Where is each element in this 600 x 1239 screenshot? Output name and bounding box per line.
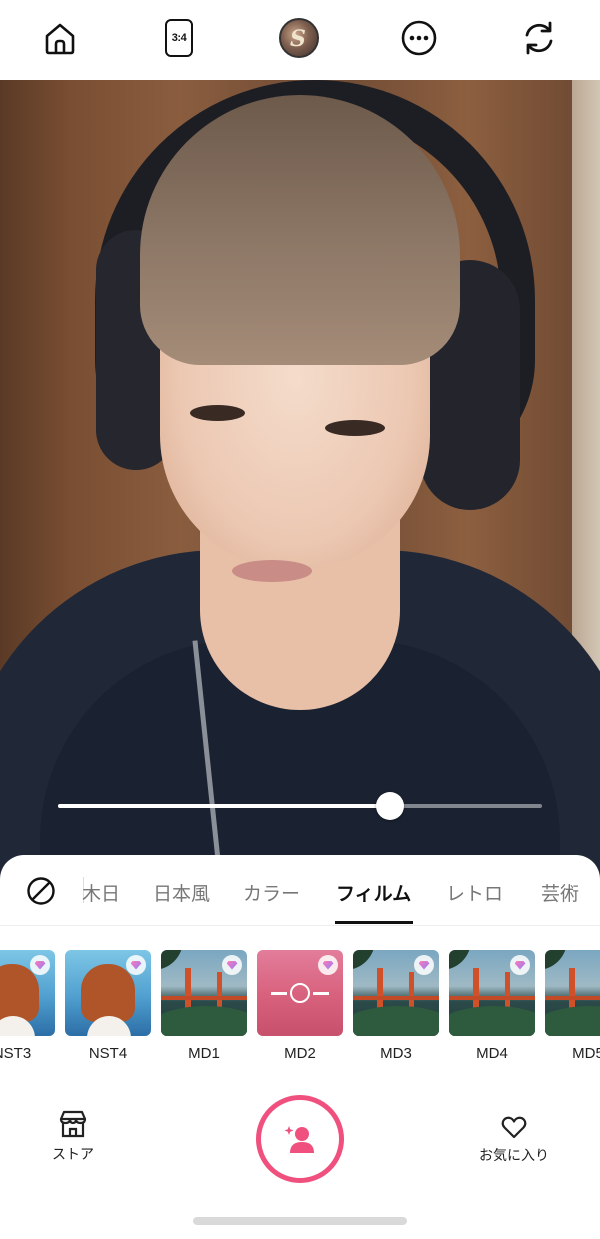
filter-intensity-slider[interactable] [58, 790, 542, 822]
store-label: ストア [52, 1146, 94, 1162]
home-button[interactable] [38, 16, 82, 60]
avatar: S [279, 18, 319, 58]
filter-item-md4[interactable]: MD4 [449, 950, 535, 1062]
premium-gem-icon [222, 955, 242, 975]
profile-avatar-button[interactable]: S [277, 16, 321, 60]
lips [232, 560, 312, 582]
tab-category-film[interactable]: フィルム [336, 879, 411, 906]
portrait-mode-icon [284, 1126, 314, 1153]
store-button[interactable]: ストア [38, 1110, 108, 1164]
filter-label: MD3 [380, 1045, 412, 1062]
top-toolbar: 3:4 S [0, 0, 600, 80]
home-indicator [193, 1217, 407, 1225]
premium-gem-icon [126, 955, 146, 975]
filter-item-md3[interactable]: MD3 [353, 950, 439, 1062]
premium-gem-icon [414, 955, 434, 975]
filter-thumbnail [353, 950, 439, 1036]
filter-item-md5[interactable]: MD5 [545, 950, 600, 1062]
camera-preview[interactable] [0, 80, 600, 880]
home-icon [45, 23, 75, 55]
filter-thumbnail [161, 950, 247, 1036]
ratio-icon: 3:4 [165, 19, 193, 57]
favorites-label: お気に入り [479, 1147, 549, 1163]
filter-item-nst4[interactable]: NST4 [65, 950, 151, 1062]
premium-gem-icon [30, 955, 50, 975]
tab-category-6[interactable]: 芸術 [541, 879, 579, 906]
filter-item-md1[interactable]: MD1 [161, 950, 247, 1062]
shutter-button[interactable] [256, 1095, 344, 1183]
switch-camera-icon [525, 21, 553, 55]
slider-fill [58, 804, 390, 808]
no-filter-icon[interactable] [26, 876, 56, 906]
filter-label: MD4 [476, 1045, 508, 1062]
filter-thumbnail [545, 950, 600, 1036]
filter-label: MD2 [284, 1045, 316, 1062]
premium-gem-icon [318, 955, 338, 975]
tab-category-3[interactable]: カラー [243, 879, 300, 906]
aspect-ratio-button[interactable]: 3:4 [157, 16, 201, 60]
slider-thumb[interactable] [375, 792, 404, 820]
filter-thumbnail [449, 950, 535, 1036]
adjust-icon[interactable] [290, 983, 310, 1003]
ratio-label: 3:4 [171, 32, 187, 44]
left-eye [190, 405, 245, 421]
active-tab-underline [335, 921, 413, 924]
premium-gem-icon [510, 955, 530, 975]
more-options-button[interactable] [397, 16, 441, 60]
tab-category-2[interactable]: 日本風 [153, 879, 210, 906]
switch-camera-button[interactable] [517, 16, 561, 60]
right-eye [325, 420, 385, 436]
filter-category-tabs: 木日 日本風 カラー フィルム レトロ 芸術 [0, 855, 600, 925]
filter-label: NST4 [88, 1045, 128, 1062]
avatar-letter: S [290, 26, 306, 52]
filter-thumbnail [257, 950, 343, 1036]
filter-label: NST3 [0, 1045, 32, 1062]
filter-label: MD1 [188, 1045, 220, 1062]
heart-icon [501, 1116, 527, 1139]
filter-item-nst3[interactable]: NST3 [0, 950, 55, 1062]
filter-item-md2[interactable]: MD2 [257, 950, 343, 1062]
favorites-button[interactable]: お気に入り [470, 1115, 558, 1165]
filter-label: MD5 [572, 1045, 600, 1062]
filter-thumbnail-list: NST3 NST4 MD1 MD2 MD3 MD4 MD5 [0, 950, 600, 1075]
tab-category-5[interactable]: レトロ [446, 879, 503, 906]
filter-panel: 木日 日本風 カラー フィルム レトロ 芸術 NST3 NST4 MD1 MD2 MD3… [0, 855, 600, 1239]
filter-thumbnail [65, 950, 151, 1036]
tab-category-1[interactable]: 木日 [82, 879, 120, 906]
panel-divider [0, 925, 600, 926]
store-icon [59, 1110, 87, 1138]
filter-thumbnail [0, 950, 55, 1036]
more-icon [401, 20, 437, 56]
